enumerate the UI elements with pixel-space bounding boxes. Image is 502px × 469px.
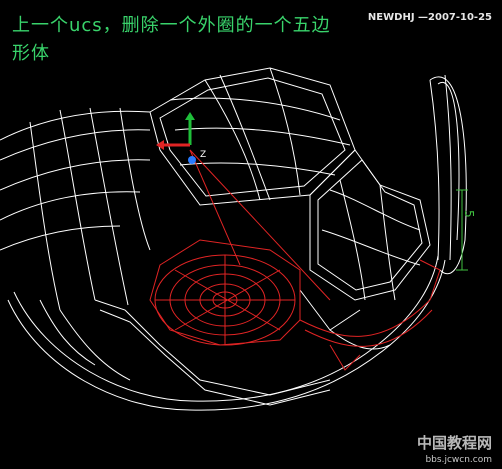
- y-arrow: [185, 112, 195, 120]
- z-label: Z: [200, 150, 206, 160]
- instruction-text: 上一个ucs，删除一个外圈的一个五边形体: [12, 15, 331, 64]
- wireframe-drawing: Z: [0, 67, 468, 411]
- soccer-ball-wireframe: [0, 67, 467, 411]
- author-stamp: NEWDHJ —2007-10-25: [367, 12, 492, 23]
- dimension-label: 5: [462, 210, 476, 218]
- z-axis: [188, 156, 196, 164]
- cad-viewport[interactable]: Z 上一个ucs，删除一个外圈的一个五边形体 NEWDHJ —2007-10-2…: [0, 0, 502, 469]
- highlighted-pentagon: [149, 149, 441, 371]
- watermark-url: bbs.jcwcn.com: [425, 455, 492, 465]
- watermark-text: 中国教程网: [416, 434, 492, 452]
- ucs-icon[interactable]: Z: [156, 112, 206, 164]
